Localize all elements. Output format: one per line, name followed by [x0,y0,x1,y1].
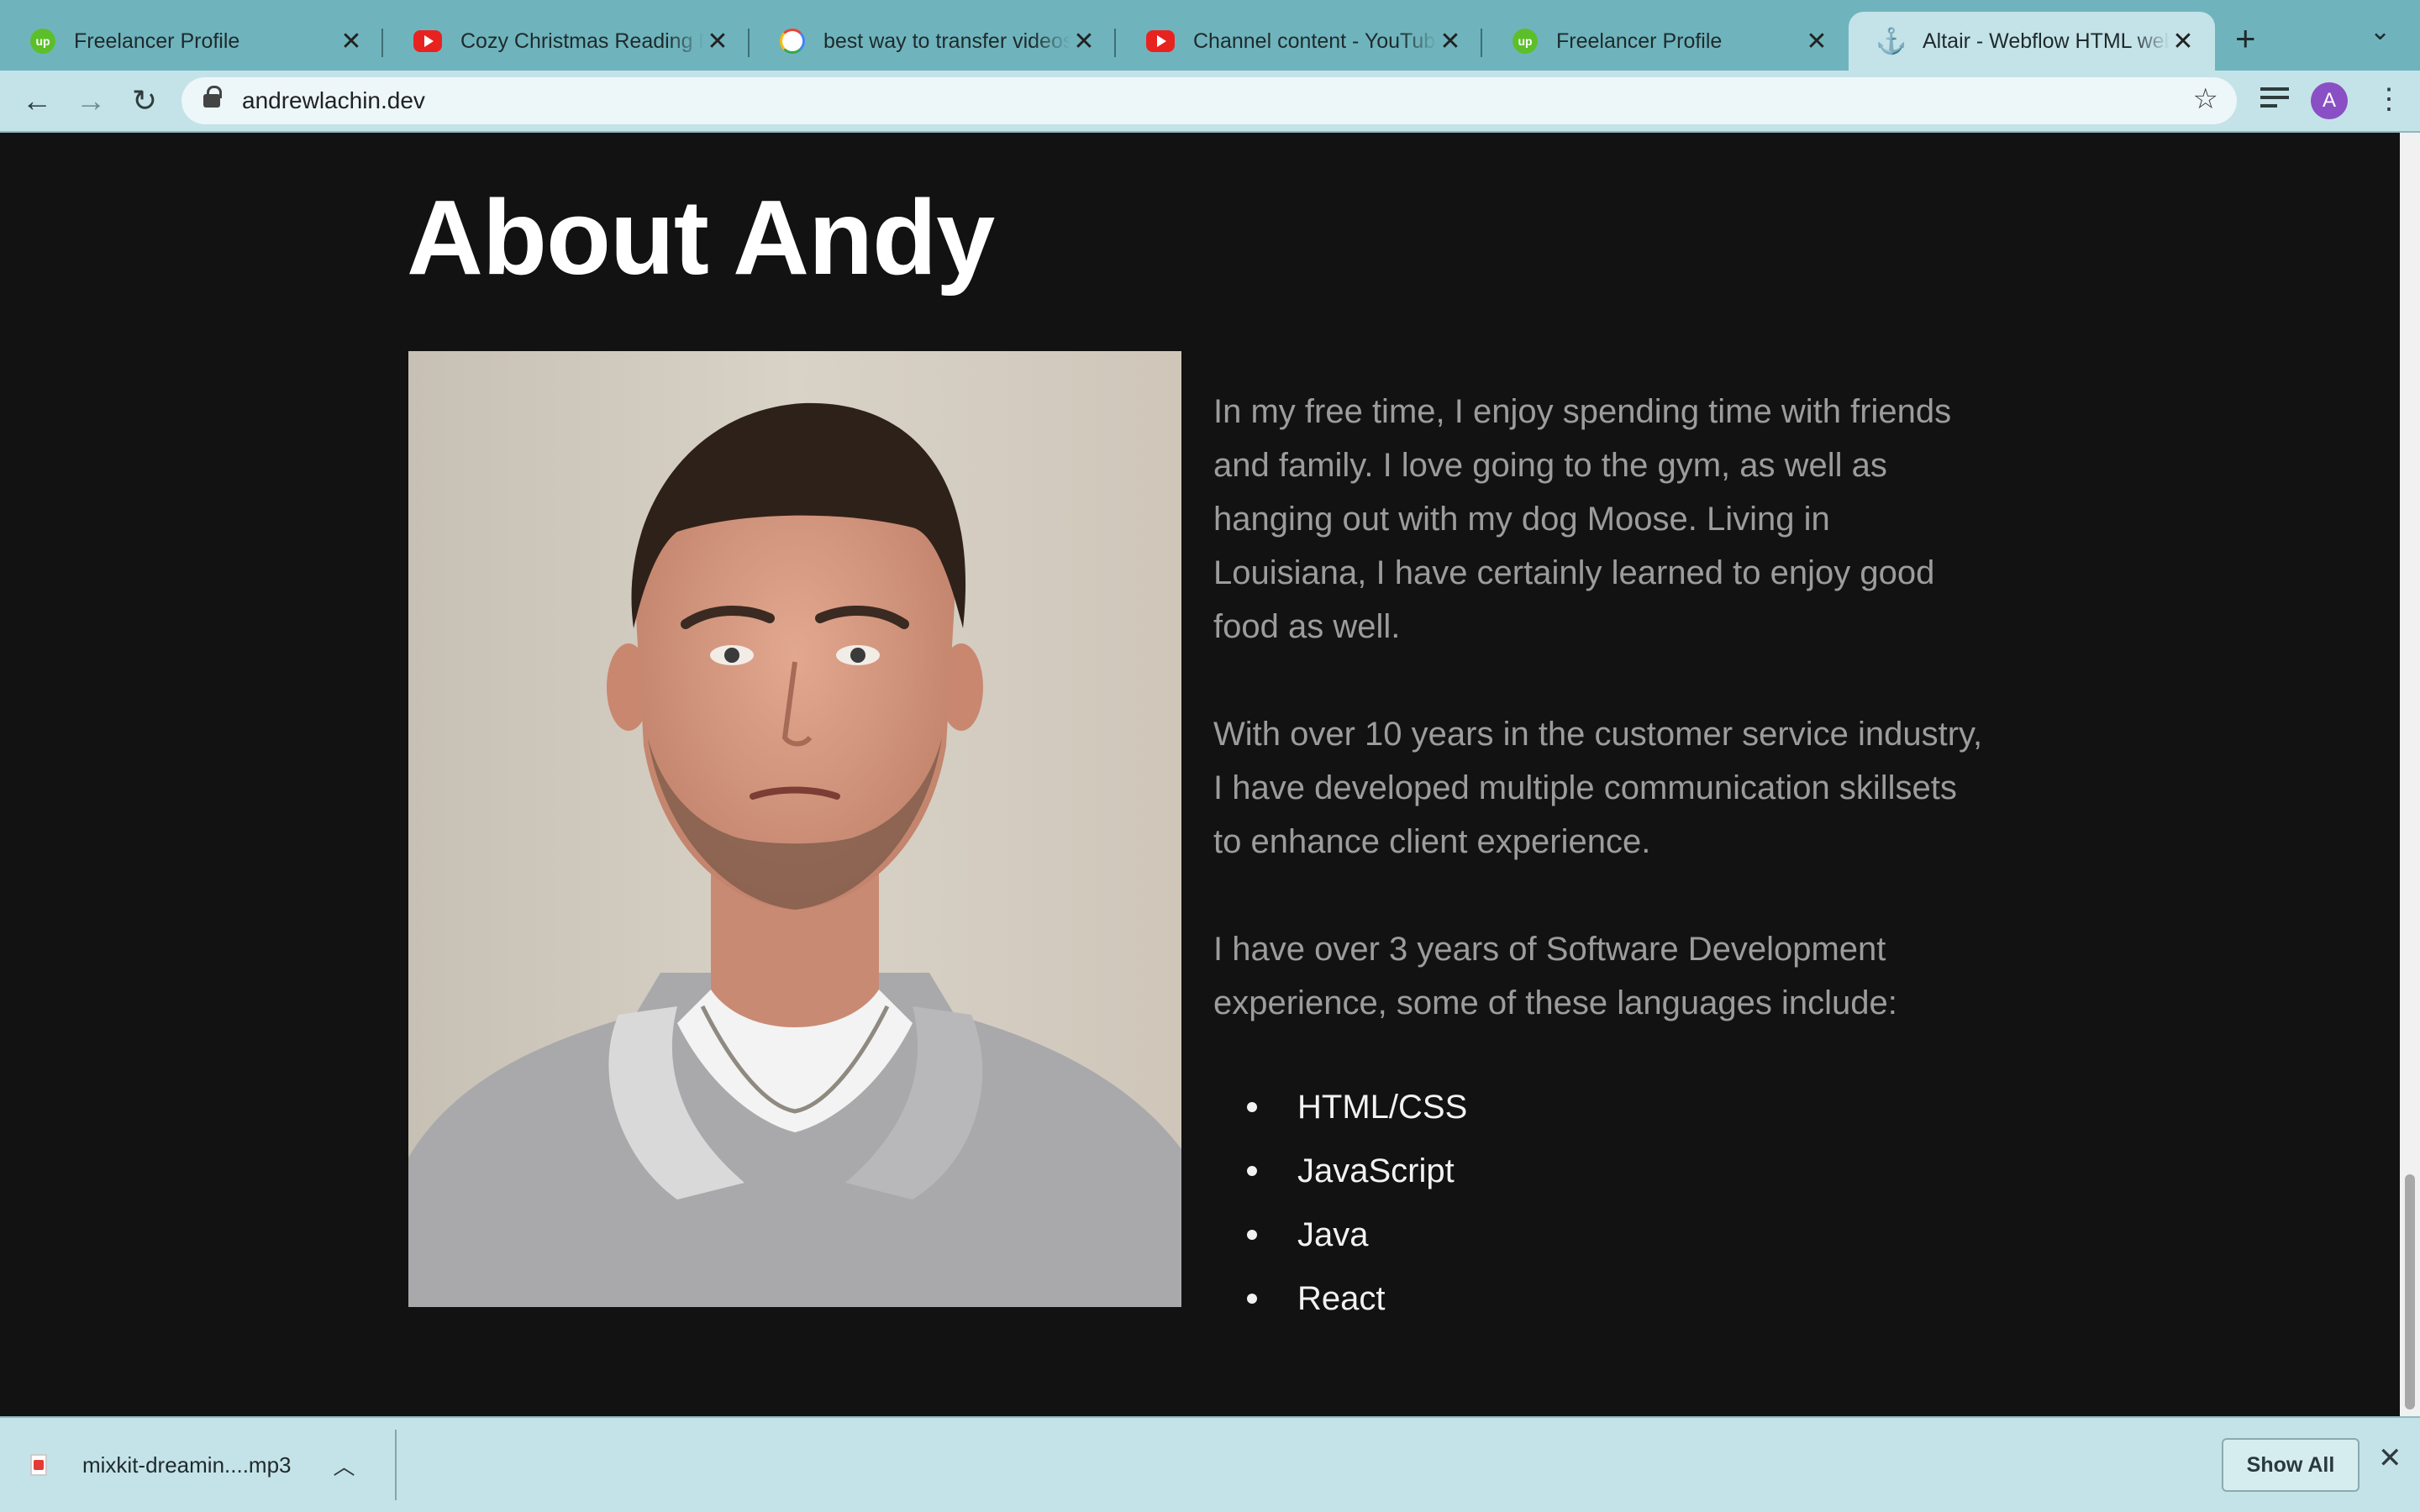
new-tab-button[interactable]: + [2235,18,2256,59]
tab-freelancer-profile-1[interactable]: up Freelancer Profile ✕ [0,12,383,71]
tab-title: Altair - Webflow HTML website [1923,29,2170,53]
tab-cozy-christmas[interactable]: Cozy Christmas Reading Nook ✕ [383,12,750,71]
tab-title: Channel content - YouTube [1193,29,1437,53]
browser-toolbar: ← → ↻ andrewlachin.dev ☆ A ⋮ [0,71,2420,133]
upwork-icon: up [30,29,55,54]
file-icon [30,1454,47,1476]
list-item: Java [1247,1203,1986,1267]
tab-search-chevron-icon[interactable]: ⌄ [2370,17,2391,46]
youtube-icon [413,30,442,52]
anchor-icon: ⚓ [1876,27,1907,55]
avatar[interactable]: A [2311,82,2348,119]
arrow-left-icon: ← [22,83,52,118]
portrait-illustration [408,351,1181,1307]
page-content: About Andy In my free time, I enjoy spen… [0,133,2400,1416]
media-queue-icon[interactable] [2260,87,2289,113]
google-icon [780,29,805,54]
reload-icon: ↻ [131,83,158,118]
tab-title: Cozy Christmas Reading Nook [460,29,704,53]
page-scrollbar[interactable] [2400,133,2420,1416]
arrow-right-icon: → [76,83,106,118]
tab-title: Freelancer Profile [1556,29,1723,53]
download-item[interactable]: mixkit-dreamin....mp3 ︿ [30,1435,355,1495]
show-all-button[interactable]: Show All [2222,1438,2360,1492]
list-item: JavaScript [1247,1139,1986,1203]
address-bar[interactable]: andrewlachin.dev ☆ [182,77,2237,124]
close-icon[interactable]: ✕ [1803,27,1830,56]
tab-title: best way to transfer videos [823,29,1071,53]
paragraph-software-dev: I have over 3 years of Software Developm… [1213,931,1897,1021]
upwork-icon: up [1512,29,1538,54]
about-text: In my free time, I enjoy spending time w… [1213,385,1986,1331]
tab-altair-webflow[interactable]: ⚓ Altair - Webflow HTML website ✕ [1849,12,2215,71]
paragraph-free-time: In my free time, I enjoy spending time w… [1213,393,1952,645]
tab-strip: up Freelancer Profile ✕ Cozy Christmas R… [0,0,2420,71]
close-icon[interactable]: ✕ [338,27,365,56]
download-bar: mixkit-dreamin....mp3 ︿ Show All ✕ [0,1416,2420,1512]
close-icon[interactable]: ✕ [704,27,731,56]
forward-button[interactable]: → [69,79,113,123]
tab-channel-content[interactable]: Channel content - YouTube ✕ [1116,12,1482,71]
tab-title: Freelancer Profile [74,29,240,53]
more-menu-icon[interactable]: ⋮ [2375,82,2403,116]
tab-google-search[interactable]: best way to transfer videos ✕ [750,12,1116,71]
close-icon[interactable]: ✕ [1437,27,1464,56]
lock-icon[interactable] [203,86,222,108]
url-text[interactable]: andrewlachin.dev [242,87,425,114]
language-list: HTML/CSS JavaScript Java React [1213,1075,1986,1331]
back-button[interactable]: ← [15,79,59,123]
tab-freelancer-profile-2[interactable]: up Freelancer Profile ✕ [1482,12,1849,71]
list-item: React [1247,1267,1986,1331]
profile-photo [408,351,1181,1307]
chevron-up-icon[interactable]: ︿ [334,1450,355,1481]
close-icon[interactable]: ✕ [1071,27,1097,56]
download-file-name[interactable]: mixkit-dreamin....mp3 [82,1452,292,1478]
page-title: About Andy [407,178,995,297]
youtube-icon [1146,30,1175,52]
divider [395,1430,397,1500]
close-icon[interactable]: ✕ [2378,1441,2402,1475]
scrollbar-thumb[interactable] [2405,1174,2415,1410]
close-icon[interactable]: ✕ [2170,27,2196,56]
reload-button[interactable]: ↻ [123,79,166,123]
bookmark-star-icon[interactable]: ☆ [2193,82,2218,116]
paragraph-customer-service: With over 10 years in the customer servi… [1213,716,1983,860]
list-item: HTML/CSS [1247,1075,1986,1139]
